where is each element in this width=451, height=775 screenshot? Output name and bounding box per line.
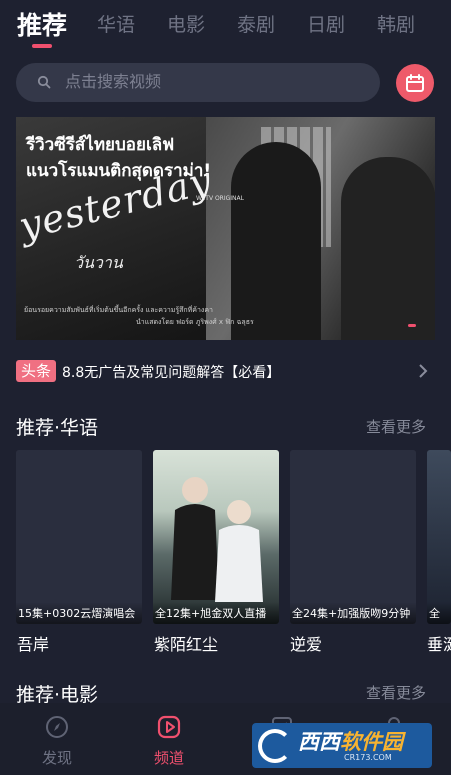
news-text[interactable]: 8.8无广告及常见问题解答【必看】 [62, 362, 280, 382]
tab-thai-drama[interactable]: 泰剧 [237, 10, 275, 37]
video-poster [16, 450, 142, 624]
play-icon [157, 715, 181, 739]
poster-figures [171, 477, 263, 602]
video-title[interactable]: 逆爱 [290, 631, 322, 655]
banner-headline-line1: รีวิวซีรีส์ไทยบอยเลิฟ [26, 135, 175, 155]
calendar-icon [406, 74, 424, 92]
news-badge: 头条 [16, 360, 57, 382]
carousel-indicator [408, 324, 416, 327]
episode-tag: 15集+0302云熠演唱会 [16, 602, 142, 624]
banner-description: ย้อนรอยความสัมพันธ์ที่เริ่มต้นขึ้นอีกครั… [24, 306, 213, 314]
banner-actor-right [341, 157, 435, 340]
episode-tag: 全12集+旭金双人直播 [153, 602, 279, 624]
see-more-movies[interactable]: 查看更多 [366, 682, 426, 703]
episode-tag: 全 [427, 602, 451, 624]
search-icon [37, 75, 51, 89]
compass-icon [46, 716, 68, 738]
featured-banner[interactable]: รีวิวซีรีส์ไทยบอยเลิฟ แนวโรแมนติกสุดดราม… [16, 117, 435, 340]
watermark-url: CR173.COM [344, 753, 392, 762]
video-card[interactable]: 全12集+旭金双人直播 [153, 450, 279, 624]
see-more-chinese[interactable]: 查看更多 [366, 416, 426, 437]
active-tab-indicator [32, 44, 52, 48]
chevron-right-icon[interactable] [417, 364, 429, 378]
video-poster [290, 450, 416, 624]
tab-chinese[interactable]: 华语 [97, 10, 135, 37]
watermark-logo [258, 729, 292, 763]
video-title[interactable]: 紫陌红尘 [154, 631, 218, 655]
watermark-text-part1: 西西 [298, 730, 340, 754]
banner-credit: นำแสดงโดย ฟอร์ด ภูริพงศ์ x ฟิก ฉลุธร [136, 318, 254, 326]
section-title-chinese: 推荐·华语 [16, 417, 99, 439]
news-ticker[interactable]: 头条 8.8无广告及常见问题解答【必看】 [16, 360, 435, 382]
calendar-button[interactable] [396, 64, 434, 102]
video-card[interactable]: 全24集+加强版吻9分钟 [290, 450, 416, 624]
nav-discover-label: 发现 [41, 749, 72, 767]
video-poster [427, 450, 451, 624]
tab-korean-drama[interactable]: 韩剧 [377, 10, 415, 37]
category-tabs: 推荐 华语 电影 泰剧 日剧 韩剧 [0, 0, 451, 56]
banner-subtitle: วันวาน [74, 253, 123, 272]
episode-tag: 全24集+加强版吻9分钟 [290, 602, 416, 624]
video-title[interactable]: 吾岸 [17, 631, 49, 655]
tab-japanese-drama[interactable]: 日剧 [307, 10, 345, 37]
site-watermark: 西西软件园 CR173.COM [252, 723, 432, 768]
tab-movies[interactable]: 电影 [167, 10, 205, 37]
video-card[interactable]: 全 [427, 450, 451, 624]
video-card[interactable]: 15集+0302云熠演唱会 [16, 450, 142, 624]
search-input[interactable] [65, 72, 365, 91]
tab-recommend[interactable]: 推荐 [17, 6, 67, 42]
banner-actor-left [231, 142, 321, 340]
nav-channel-label: 频道 [153, 749, 184, 767]
nav-channel[interactable]: 频道 [139, 711, 199, 771]
watermark-text: 西西软件园 [298, 726, 403, 756]
search-bar[interactable] [16, 63, 380, 102]
nav-discover[interactable]: 发现 [27, 711, 87, 771]
watermark-text-part2: 软件园 [340, 730, 403, 754]
video-title[interactable]: 垂涎 [427, 631, 451, 655]
